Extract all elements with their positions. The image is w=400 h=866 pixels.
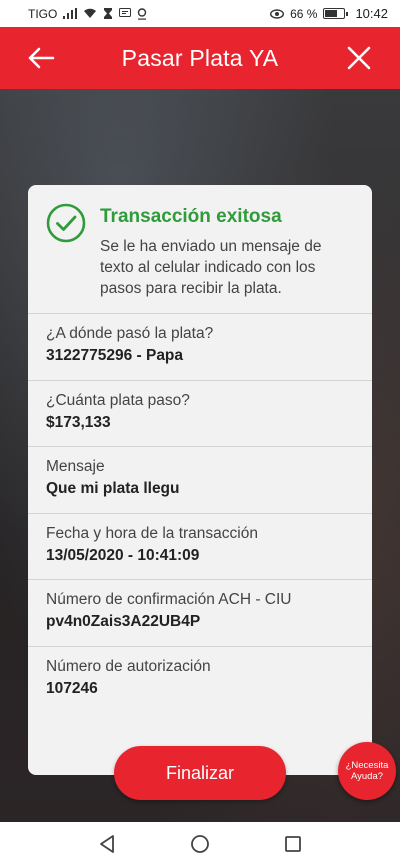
close-icon xyxy=(347,46,371,70)
circle-home-icon xyxy=(191,835,209,853)
field-value: 13/05/2020 - 10:41:09 xyxy=(46,546,200,564)
field-ach-confirmation: Número de confirmación ACH - CIU pv4n0Za… xyxy=(28,579,372,646)
status-bar: TIGO 66 % 10:42 xyxy=(0,0,400,27)
field-label: Fecha y hora de la transacción xyxy=(46,524,258,542)
field-value: 3122775296 - Papa xyxy=(46,347,184,364)
arrow-left-icon xyxy=(28,47,55,69)
carrier-label: TIGO xyxy=(28,6,58,21)
battery-percent: 66 % xyxy=(290,6,318,21)
field-label: Mensaje xyxy=(46,458,105,475)
nav-home-button[interactable] xyxy=(180,824,220,864)
field-destination: ¿A dónde pasó la plata? 3122775296 - Pap… xyxy=(28,313,372,380)
signal-icon xyxy=(63,8,78,19)
help-button[interactable]: ¿Necesita Ayuda? xyxy=(338,742,396,800)
system-navigation-bar xyxy=(0,822,400,866)
field-label: ¿A dónde pasó la plata? xyxy=(46,325,214,342)
close-button[interactable] xyxy=(340,39,378,77)
field-authorization: Número de autorización 107246 xyxy=(28,645,372,713)
square-recents-icon xyxy=(285,836,302,852)
nav-recents-button[interactable] xyxy=(273,824,313,864)
back-button[interactable] xyxy=(22,39,60,77)
battery-icon xyxy=(323,8,349,19)
help-label-line2: Ayuda? xyxy=(350,771,384,782)
page-title: Pasar Plata YA xyxy=(121,44,279,71)
finalize-button[interactable]: Finalizar xyxy=(114,746,286,800)
success-banner: Transacción exitosa Se le ha enviado un … xyxy=(28,185,372,313)
field-value: $173,133 xyxy=(46,413,111,431)
wifi-icon xyxy=(84,8,97,18)
field-label: Número de confirmación ACH - CIU xyxy=(46,591,292,608)
success-message: Se le ha enviado un mensaje de texto al … xyxy=(100,238,322,297)
eye-icon xyxy=(270,8,285,19)
hourglass-icon xyxy=(104,8,113,19)
field-amount: ¿Cuánta plata paso? $173,133 xyxy=(28,379,372,447)
nav-back-button[interactable] xyxy=(87,824,127,864)
status-right: 66 % 10:42 xyxy=(270,6,388,21)
transaction-receipt-card: Transacción exitosa Se le ha enviado un … xyxy=(28,185,372,775)
field-message: Mensaje Que mi plata llegu xyxy=(28,446,372,513)
field-label: ¿Cuánta plata paso? xyxy=(46,391,190,409)
field-label: Número de autorización xyxy=(46,657,211,675)
status-left: TIGO xyxy=(28,7,147,21)
app-header: Pasar Plata YA xyxy=(0,27,400,89)
triangle-back-icon xyxy=(99,835,114,853)
success-text-block: Transacción exitosa Se le ha enviado un … xyxy=(100,203,354,299)
location-icon xyxy=(138,7,147,20)
check-circle-icon xyxy=(46,203,86,243)
field-datetime: Fecha y hora de la transacción 13/05/202… xyxy=(28,512,372,580)
clock: 10:42 xyxy=(355,6,388,21)
field-value: Que mi plata llegu xyxy=(46,480,180,497)
field-value: 107246 xyxy=(46,679,98,697)
help-label-line1: ¿Necesita xyxy=(345,760,389,771)
message-icon xyxy=(119,8,132,17)
success-title: Transacción exitosa xyxy=(100,206,282,227)
field-value: pv4n0Zais3A22UB4P xyxy=(46,613,201,630)
